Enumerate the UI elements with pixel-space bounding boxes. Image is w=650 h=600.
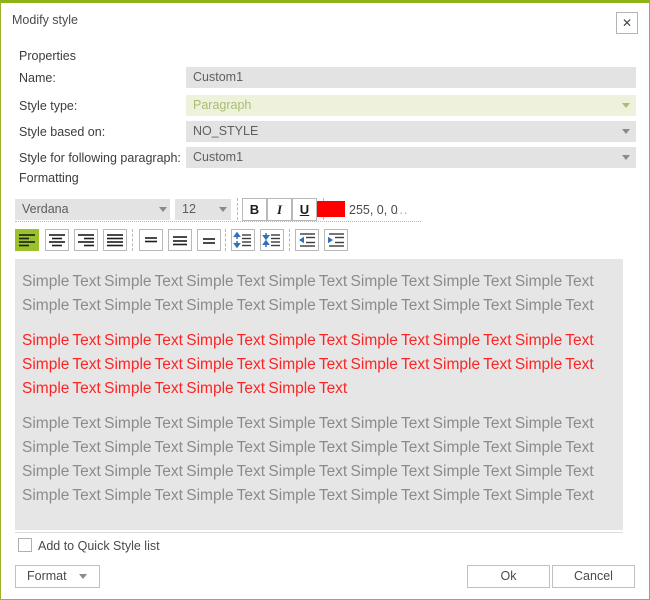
preview-spacer bbox=[15, 318, 623, 329]
cancel-button[interactable]: Cancel bbox=[552, 565, 635, 588]
chevron-down-icon[interactable] bbox=[79, 574, 87, 579]
page-title: Modify style bbox=[12, 13, 78, 27]
toolbar-separator bbox=[132, 229, 133, 251]
italic-button[interactable]: I bbox=[267, 198, 292, 221]
italic-label: I bbox=[276, 202, 283, 217]
font-family-select[interactable]: Verdana bbox=[15, 199, 170, 220]
style-type-field[interactable]: Paragraph bbox=[186, 95, 636, 116]
style-based-on-field[interactable]: NO_STYLE bbox=[186, 121, 636, 142]
align-justify-button[interactable] bbox=[103, 229, 127, 251]
chevron-down-icon[interactable] bbox=[622, 155, 630, 160]
align-justify-icon bbox=[107, 234, 123, 247]
text-color-value: 255, 0, 0 bbox=[349, 203, 398, 217]
decrease-indent-button[interactable] bbox=[295, 229, 319, 251]
properties-section-label: Properties bbox=[19, 49, 76, 63]
line-spacing-increase-button[interactable] bbox=[231, 229, 255, 251]
title-bar: Modify style ✕ bbox=[1, 3, 649, 37]
footer-divider bbox=[15, 532, 623, 533]
format-button[interactable]: Format bbox=[15, 565, 100, 588]
valign-top-button[interactable] bbox=[139, 229, 163, 251]
text-color-swatch[interactable] bbox=[317, 201, 345, 217]
line-spacing-decrease-icon bbox=[262, 233, 280, 247]
underline-label: U bbox=[299, 202, 310, 217]
add-to-quick-style-checkbox[interactable] bbox=[18, 538, 32, 552]
close-icon[interactable]: ✕ bbox=[616, 12, 638, 34]
preview-block-red: Simple Text Simple Text Simple Text Simp… bbox=[22, 332, 594, 397]
line-spacing-increase-icon bbox=[233, 231, 251, 249]
line-spacing-decrease-button[interactable] bbox=[260, 229, 284, 251]
chevron-down-icon[interactable] bbox=[622, 129, 630, 134]
preview-spacer bbox=[15, 259, 623, 270]
preview-block-gray-bottom: Simple Text Simple Text Simple Text Simp… bbox=[22, 415, 594, 504]
toolbar-separator bbox=[289, 229, 290, 251]
preview-spacer bbox=[15, 401, 623, 412]
valign-middle-button[interactable] bbox=[168, 229, 192, 251]
add-to-quick-style-label: Add to Quick Style list bbox=[38, 539, 160, 553]
more-colors-button[interactable]: ... bbox=[395, 203, 408, 217]
chevron-down-icon[interactable] bbox=[159, 207, 167, 212]
toolbar-separator bbox=[237, 198, 238, 220]
preview-block-gray-top: Simple Text Simple Text Simple Text Simp… bbox=[22, 273, 594, 314]
underline-button[interactable]: U bbox=[292, 198, 317, 221]
name-label: Name: bbox=[19, 71, 56, 85]
ok-button[interactable]: Ok bbox=[467, 565, 550, 588]
toolbar-separator bbox=[225, 229, 226, 251]
align-left-button[interactable] bbox=[15, 229, 39, 251]
increase-indent-button[interactable] bbox=[324, 229, 348, 251]
increase-indent-icon bbox=[328, 233, 344, 247]
chevron-down-icon[interactable] bbox=[219, 207, 227, 212]
style-preview: Simple Text Simple Text Simple Text Simp… bbox=[15, 259, 623, 530]
name-field[interactable]: Custom1 bbox=[186, 67, 636, 88]
format-button-label: Format bbox=[27, 569, 67, 583]
valign-middle-icon bbox=[173, 236, 187, 246]
formatting-section-label: Formatting bbox=[19, 171, 79, 185]
align-center-icon bbox=[49, 234, 65, 247]
valign-bottom-button[interactable] bbox=[197, 229, 221, 251]
style-following-paragraph-field[interactable]: Custom1 bbox=[186, 147, 636, 168]
align-left-icon bbox=[19, 234, 35, 247]
modify-style-dialog: Modify style ✕ Properties Name: Custom1 … bbox=[0, 0, 650, 600]
style-type-label: Style type: bbox=[19, 99, 78, 113]
valign-top-icon bbox=[145, 237, 157, 243]
bold-label: B bbox=[249, 202, 260, 217]
chevron-down-icon[interactable] bbox=[622, 103, 630, 108]
align-center-button[interactable] bbox=[45, 229, 69, 251]
align-right-button[interactable] bbox=[74, 229, 98, 251]
toolbar-divider bbox=[15, 221, 421, 222]
style-following-paragraph-label: Style for following paragraph: bbox=[19, 151, 181, 165]
decrease-indent-icon bbox=[299, 233, 315, 247]
align-right-icon bbox=[78, 234, 94, 247]
valign-bottom-icon bbox=[203, 238, 215, 244]
style-based-on-label: Style based on: bbox=[19, 125, 106, 139]
bold-button[interactable]: B bbox=[242, 198, 267, 221]
